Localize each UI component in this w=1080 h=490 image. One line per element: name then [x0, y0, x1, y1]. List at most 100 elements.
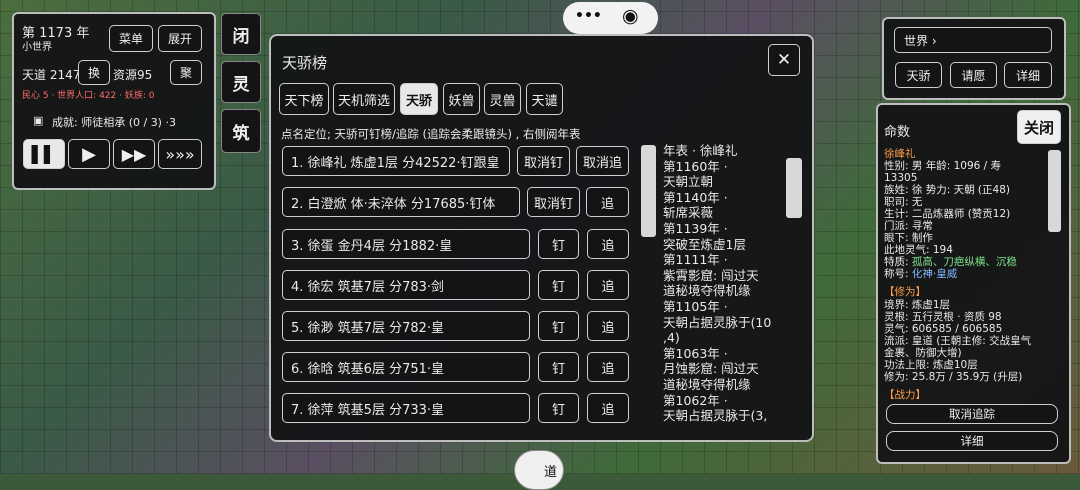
resources-value: 资源95	[113, 68, 153, 82]
side-tab-spirit[interactable]: 灵	[221, 61, 261, 103]
traits-line: 特质: 孤高、刀疤纵横、沉稳	[884, 256, 1017, 268]
menu-button[interactable]: 菜单	[109, 25, 153, 52]
title-label: 称号:	[884, 268, 912, 280]
character-name: 徐峰礼	[884, 148, 916, 160]
side-tab-build[interactable]: 筑	[221, 109, 261, 153]
tiandao-value: 天道 2147	[22, 68, 81, 82]
row-3-track-button[interactable]: 追	[587, 229, 629, 259]
info-line: 门派: 寻常	[884, 220, 933, 232]
tab-prodigy[interactable]: 天骄	[400, 83, 438, 115]
destiny-scrollbar[interactable]	[1048, 150, 1061, 232]
row-5-track-button[interactable]: 追	[587, 311, 629, 341]
cultivation-header: 【修为】	[884, 286, 926, 298]
chronicle-line: 第1062年 ·	[663, 392, 728, 408]
chronicle-line: 天朝占据灵脉于(3,	[663, 408, 768, 424]
achievement-icon: ▣	[33, 114, 44, 127]
ranking-close-button[interactable]: ✕	[768, 44, 800, 76]
prodigy-button[interactable]: 天骄	[895, 62, 942, 88]
chronicle-line: 紫霄影窟: 闯过天	[663, 267, 759, 283]
chronicle-line: 第1140年 ·	[663, 189, 728, 205]
chronicle-line: 天朝占据灵脉于(10	[663, 314, 772, 330]
row-7-pin-button[interactable]: 钉	[538, 393, 579, 423]
row-4-track-button[interactable]: 追	[587, 270, 629, 300]
row-7-track-button[interactable]: 追	[587, 393, 629, 423]
chronicle-list: 年表 · 徐峰礼 第1160年 · 天朝立朝 第1140年 · 斩席采薇 第11…	[663, 143, 785, 431]
row-4-pin-button[interactable]: 钉	[538, 270, 579, 300]
traits-label: 特质:	[884, 256, 912, 268]
world-select[interactable]: 世界 ›	[894, 27, 1052, 53]
title-value: 化神·皇威	[911, 268, 958, 280]
cultivation-line: 修为: 25.8万 / 35.9万 (升层)	[884, 371, 1023, 383]
chronicle-line: 第1111年 ·	[663, 252, 728, 268]
pause-button[interactable]: ▌▌	[23, 139, 65, 169]
row-2-pin-button[interactable]: 取消钉	[527, 187, 580, 217]
chronicle-scrollbar-left[interactable]	[641, 145, 656, 237]
character-detail-button[interactable]: 详细	[886, 431, 1058, 451]
info-line: 此地灵气: 194	[884, 244, 953, 256]
battle-header: 【战力】	[884, 389, 926, 401]
ranking-row-5[interactable]: 5. 徐渺 筑基7层 分782·皇	[282, 311, 530, 341]
ranking-row-3[interactable]: 3. 徐蛋 金丹4层 分1882·皇	[282, 229, 530, 259]
destiny-title: 命数	[884, 125, 911, 140]
achievement-text: 成就: 师徒相承 (0 / 3) ·3	[52, 116, 176, 129]
ranking-row-6[interactable]: 6. 徐晗 筑基6层 分751·皇	[282, 352, 530, 382]
gather-button[interactable]: 聚	[170, 60, 202, 85]
cultivation-line: 流派: 皇道 (王朝主修: 交战皇气	[884, 335, 1032, 347]
row-6-pin-button[interactable]: 钉	[538, 352, 579, 382]
petition-button[interactable]: 请愿	[950, 62, 997, 88]
cultivation-line: 灵根: 五行灵根 · 资质 98	[884, 311, 1002, 323]
chronicle-line: 道秘境夺得机缘	[663, 283, 751, 299]
chronicle-line: 道秘境夺得机缘	[663, 376, 751, 392]
info-line: 眼下: 制作	[884, 232, 933, 244]
chronicle-line: 第1160年 ·	[663, 158, 728, 174]
chronicle-scrollbar-right[interactable]	[786, 158, 802, 218]
tab-spirit-beast[interactable]: 灵兽	[484, 83, 521, 115]
ranking-hint: 点名定位; 天骄可钉榜/追踪 (追踪会柔跟镜头) , 右侧阅年表	[281, 127, 581, 141]
fast-forward-button[interactable]: ▶▶	[113, 139, 155, 169]
row-5-pin-button[interactable]: 钉	[538, 311, 579, 341]
world-label: 小世界	[22, 42, 52, 53]
chronicle-line: 年表 · 徐峰礼	[663, 143, 738, 158]
ranking-title: 天骄榜	[282, 54, 328, 72]
ranking-row-2[interactable]: 2. 白澄焮 体·未淬体 分17685·钉体	[282, 187, 520, 217]
tab-punishment[interactable]: 天谴	[526, 83, 563, 115]
play-button[interactable]: ▶	[68, 139, 110, 169]
info-line: 生计: 二品炼器师 (赞贡12)	[884, 208, 1011, 220]
side-tab-close[interactable]: 闭	[221, 13, 261, 55]
swap-button[interactable]: 换	[78, 60, 110, 85]
row-3-pin-button[interactable]: 钉	[538, 229, 579, 259]
ranking-row-7[interactable]: 7. 徐萍 筑基5层 分733·皇	[282, 393, 530, 423]
cultivation-line: 金裹、防御大增)	[884, 347, 962, 359]
fastest-button[interactable]: »»»	[158, 139, 202, 169]
row-1-track-button[interactable]: 取消追	[576, 146, 629, 176]
row-1-pin-button[interactable]: 取消钉	[517, 146, 570, 176]
cultivation-line: 灵气: 606585 / 606585	[884, 323, 1003, 335]
info-line: 性别: 男 年龄: 1096 / 寿	[884, 160, 1002, 172]
ranking-row-4[interactable]: 4. 徐宏 筑基7层 分783·剑	[282, 270, 530, 300]
destiny-close-button[interactable]: 关闭	[1017, 110, 1061, 144]
chronicle-line: ,4)	[663, 330, 680, 346]
record-icon[interactable]: ◉	[622, 5, 639, 27]
stop-tracking-button[interactable]: 取消追踪	[886, 404, 1058, 424]
info-line: 族姓: 徐 势力: 天朝 (正48)	[884, 184, 1010, 196]
chronicle-line: 月蚀影窟: 闯过天	[663, 361, 759, 377]
dao-button[interactable]: 道	[514, 450, 564, 490]
dao-label: 道	[543, 464, 557, 480]
title-line: 称号: 化神·皇威	[884, 268, 957, 280]
status-line: 民心 5 · 世界人口: 422 · 妖族: 0	[22, 91, 155, 101]
chronicle-line: 斩席采薇	[663, 205, 714, 221]
row-6-track-button[interactable]: 追	[587, 352, 629, 382]
row-2-track-button[interactable]: 追	[586, 187, 629, 217]
cultivation-line: 功法上限: 炼虚10层	[884, 359, 978, 371]
chronicle-line: 天朝立朝	[663, 174, 714, 190]
ranking-row-1[interactable]: 1. 徐峰礼 炼虚1层 分42522·钉跟皇	[282, 146, 510, 176]
more-icon[interactable]: •••	[575, 8, 602, 24]
expand-button[interactable]: 展开	[158, 25, 202, 52]
tab-demon-beast[interactable]: 妖兽	[443, 83, 480, 115]
info-line: 职司: 无	[884, 196, 923, 208]
info-line: 13305	[884, 172, 918, 184]
cultivation-line: 境界: 炼虚1层	[884, 299, 951, 311]
tab-world-ranking[interactable]: 天下榜	[279, 83, 329, 115]
tab-filter[interactable]: 天机筛选	[333, 83, 395, 115]
world-detail-button[interactable]: 详细	[1004, 62, 1052, 88]
